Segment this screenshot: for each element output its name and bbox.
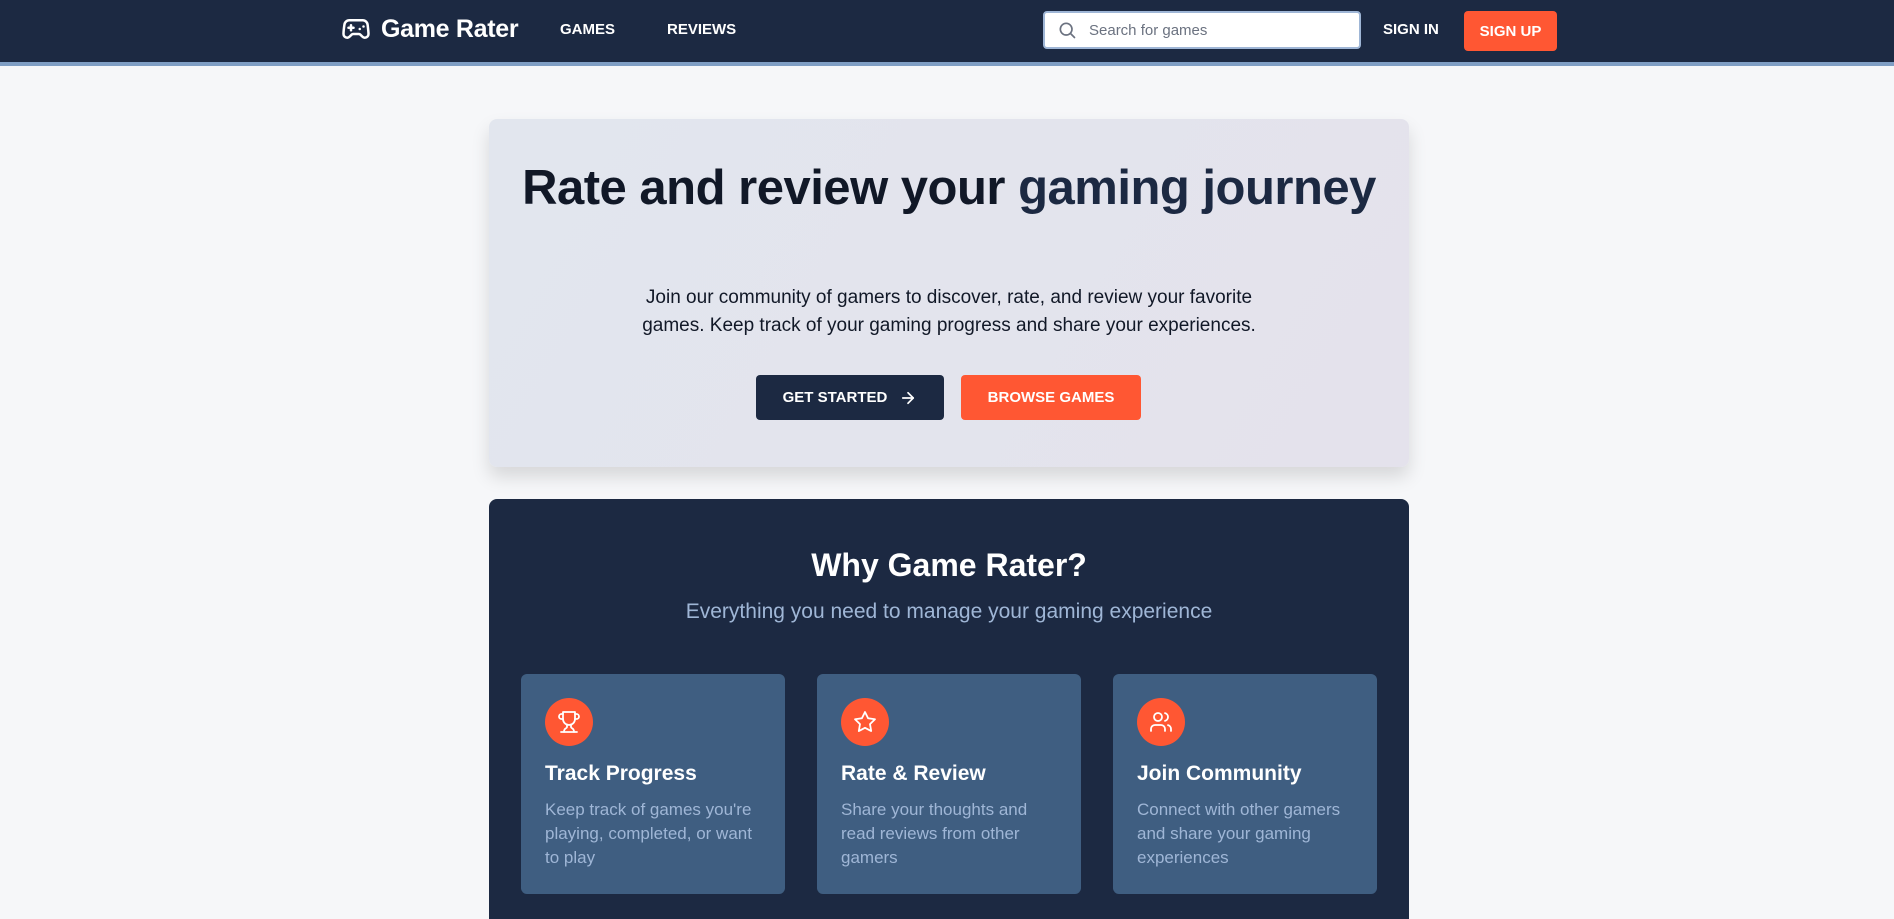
search-input[interactable] — [1087, 20, 1351, 40]
hero-description: Join our community of gamers to discover… — [642, 287, 1256, 336]
feature-card-description: Share your thoughts and read reviews fro… — [841, 800, 1028, 867]
get-started-label: GET STARTED — [782, 389, 888, 406]
feature-card-description: Keep track of games you're playing, comp… — [545, 800, 752, 867]
search-icon — [1059, 22, 1076, 39]
gamepad-icon — [342, 18, 370, 39]
nav-link-games[interactable]: GAMES — [560, 21, 615, 38]
users-icon — [1137, 698, 1185, 746]
hero-title-main: Rate and review your — [522, 161, 1019, 215]
nav-link-reviews[interactable]: REVIEWS — [667, 21, 736, 38]
feature-card-join-community: Join Community Connect with other gamers… — [1113, 674, 1377, 894]
feature-card-title: Rate & Review — [841, 762, 986, 785]
hero-section: Rate and review your gaming journey Join… — [489, 119, 1409, 467]
browse-games-button[interactable]: BROWSE GAMES — [961, 375, 1141, 420]
features-title: Why Game Rater? — [811, 547, 1087, 583]
feature-card-title: Join Community — [1137, 762, 1302, 785]
search-box[interactable] — [1043, 11, 1361, 49]
feature-card-track-progress: Track Progress Keep track of games you'r… — [521, 674, 785, 894]
get-started-button[interactable]: GET STARTED — [756, 375, 944, 420]
star-icon — [841, 698, 889, 746]
brand-name: Game Rater — [381, 14, 519, 43]
top-navbar: Game Rater GAMES REVIEWS SIGN IN SIGN UP — [0, 0, 1894, 66]
hero-title-accent: gaming journey — [1018, 161, 1376, 215]
arrow-right-icon — [902, 391, 915, 404]
sign-in-link[interactable]: SIGN IN — [1383, 21, 1439, 38]
brand-logo-link[interactable]: Game Rater — [341, 14, 519, 44]
trophy-icon — [545, 698, 593, 746]
features-section: Why Game Rater? Everything you need to m… — [489, 499, 1409, 919]
hero-title: Rate and review your gaming journey — [489, 161, 1409, 215]
feature-card-title: Track Progress — [545, 762, 697, 785]
sign-up-button[interactable]: SIGN UP — [1464, 11, 1557, 51]
feature-card-description: Connect with other gamers and share your… — [1137, 800, 1341, 867]
feature-card-rate-review: Rate & Review Share your thoughts and re… — [817, 674, 1081, 894]
features-subtitle: Everything you need to manage your gamin… — [685, 600, 1213, 623]
